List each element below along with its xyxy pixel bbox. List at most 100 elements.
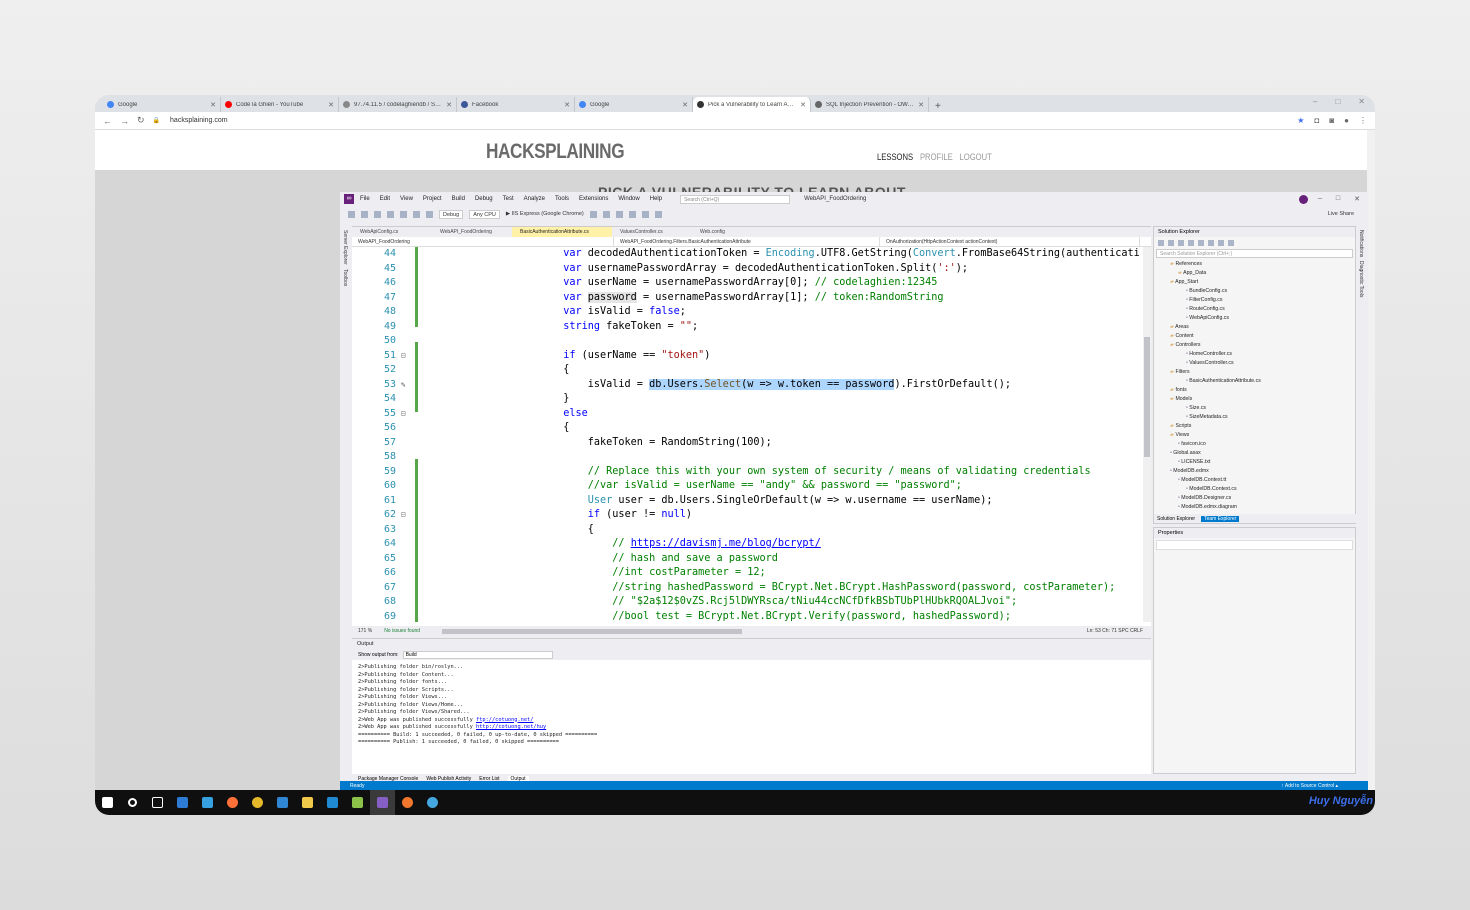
preview-icon[interactable] [1218, 240, 1224, 246]
new-tab-button[interactable]: + [929, 101, 947, 112]
edge-icon[interactable] [170, 790, 195, 815]
code-text[interactable]: string fakeToken = ""; [416, 321, 698, 332]
tree-folder[interactable]: References [1154, 260, 1355, 269]
properties-object-select[interactable] [1156, 540, 1353, 550]
code-text[interactable]: var password = usernamePasswordArray[1];… [416, 291, 944, 303]
tree-folder[interactable]: App_Start [1154, 278, 1355, 287]
document-tab[interactable]: WebApiConfig.cs [352, 227, 432, 237]
code-line[interactable]: 61 User user = db.Users.SingleOrDefault(… [352, 494, 1139, 509]
browser-tab[interactable]: Google ✕ [575, 97, 693, 112]
tree-file[interactable]: ModelDB.edmx.diagram [1154, 503, 1355, 512]
nav-logout[interactable]: LOGOUT [959, 152, 991, 162]
properties-icon[interactable] [1208, 240, 1214, 246]
toolbar-icon[interactable] [641, 210, 649, 218]
code-text[interactable]: var isValid = false; [416, 306, 686, 317]
vscode-icon[interactable] [320, 790, 345, 815]
page-scrollbar[interactable] [1367, 130, 1375, 790]
tree-file[interactable]: favicon.ico [1154, 440, 1355, 449]
vs-maximize-button[interactable]: □ [1336, 195, 1340, 203]
forward-nav-icon[interactable] [361, 210, 368, 218]
tree-folder[interactable]: Areas [1154, 323, 1355, 332]
code-line[interactable]: 57 fakeToken = RandomString(100); [352, 436, 1139, 451]
code-editor[interactable]: WebApiConfig.cs WebAPI_FoodOrdering BasicA… [352, 226, 1151, 636]
vs-minimize-button[interactable]: – [1318, 195, 1322, 203]
output-link[interactable]: ftp://cotuong.net/ [476, 717, 533, 723]
tab-solution-explorer[interactable]: Solution Explorer [1157, 516, 1195, 522]
code-line[interactable]: 45 var usernamePasswordArray = decodedAu… [352, 262, 1139, 277]
code-line[interactable]: 49 string fakeToken = ""; [352, 320, 1139, 335]
code-line[interactable]: 58 [352, 450, 1139, 465]
code-text[interactable]: //int costParameter = 12; [416, 567, 765, 578]
document-tab[interactable]: WebAPI_FoodOrdering [432, 227, 512, 237]
tree-folder[interactable]: fonts [1154, 386, 1355, 395]
tab-close-icon[interactable]: ✕ [682, 101, 688, 109]
browser-tab[interactable]: Google ✕ [103, 97, 221, 112]
code-line[interactable]: 53 ✎ isValid = db.Users.Select(w => w.to… [352, 378, 1139, 393]
tab-close-icon[interactable]: ✕ [564, 101, 570, 109]
notifications-tab[interactable]: Notifications [1358, 230, 1364, 257]
diagnostic-tools-tab[interactable]: Diagnostic Tools [1358, 261, 1364, 297]
code-line[interactable]: 55 ⊟ else [352, 407, 1139, 422]
chrome-icon[interactable] [245, 790, 270, 815]
url-input[interactable]: hacksplaining.com [170, 117, 228, 124]
browser-tab[interactable]: SQL Injection Prevention - OWAS... ✕ [811, 97, 929, 112]
menu-item-test[interactable]: Test [503, 196, 514, 202]
avatar[interactable] [1298, 194, 1308, 204]
minimize-button[interactable]: – [1313, 97, 1317, 106]
firefox-icon[interactable] [220, 790, 245, 815]
tree-file[interactable]: FilterConfig.cs [1154, 296, 1355, 305]
task-view-icon[interactable] [145, 790, 170, 815]
code-text[interactable]: // "$2a$12$0vZS.Rcj5lDWYRsca/tNiu44ccNCf… [416, 596, 1017, 607]
code-text[interactable]: if (userName == "token") [416, 350, 710, 361]
code-text[interactable]: isValid = db.Users.Select(w => w.token =… [416, 378, 1011, 390]
tab-close-icon[interactable]: ✕ [446, 101, 452, 109]
windows-start-icon[interactable] [95, 790, 120, 815]
menu-icon[interactable]: ⋮ [1359, 116, 1367, 125]
tree-file[interactable]: ModelDB.Designer.cs [1154, 494, 1355, 503]
menu-item-file[interactable]: File [360, 196, 370, 202]
code-text[interactable]: //bool test = BCrypt.Net.BCrypt.Verify(p… [416, 611, 1011, 622]
gutter[interactable]: ⊟ [396, 508, 416, 523]
code-text[interactable]: else [416, 408, 588, 419]
tree-folder[interactable]: App_Data [1154, 269, 1355, 278]
toolbar-icon[interactable] [602, 210, 610, 218]
menu-item-edit[interactable]: Edit [380, 196, 390, 202]
file-explorer-icon[interactable] [295, 790, 320, 815]
code-line[interactable]: 44 var decodedAuthenticationToken = Enco… [352, 247, 1139, 262]
code-text[interactable]: // Replace this with your own system of … [416, 466, 1091, 477]
code-text[interactable]: var decodedAuthenticationToken = Encodin… [416, 248, 1139, 259]
browser-tab[interactable]: 97.74.11.5 / codelaghiendb / Sc... ✕ [339, 97, 457, 112]
code-text[interactable]: //var isValid = userName == "andy" && pa… [416, 480, 962, 491]
toolbar-icon[interactable] [628, 210, 636, 218]
code-text[interactable] [416, 451, 563, 462]
app-icon[interactable] [420, 790, 445, 815]
code-line[interactable]: 46 var userName = usernamePasswordArray[… [352, 276, 1139, 291]
code-text[interactable]: } [416, 393, 569, 404]
powershell-icon[interactable] [270, 790, 295, 815]
tree-folder[interactable]: Filters [1154, 368, 1355, 377]
browser-tab[interactable]: Facebook ✕ [457, 97, 575, 112]
menu-item-tools[interactable]: Tools [555, 196, 569, 202]
extension-icon[interactable]: ◘ [1314, 116, 1319, 125]
code-line[interactable]: 48 var isValid = false; [352, 305, 1139, 320]
quick-action-icon[interactable]: ✎ [396, 378, 416, 393]
code-line[interactable]: 52 { [352, 363, 1139, 378]
document-tab[interactable]: ValuesController.cs [612, 227, 692, 237]
save-all-icon[interactable] [400, 210, 407, 218]
tree-file[interactable]: RouteConfig.cs [1154, 305, 1355, 314]
tree-file[interactable]: Global.asax [1154, 449, 1355, 458]
tree-file[interactable]: SizeMetadata.cs [1154, 413, 1355, 422]
code-line[interactable]: 63 { [352, 523, 1139, 538]
tree-file[interactable]: LICENSE.txt [1154, 458, 1355, 467]
tree-folder[interactable]: Controllers [1154, 341, 1355, 350]
toolbox-tab[interactable]: Toolbox [342, 269, 348, 286]
maximize-button[interactable]: □ [1335, 97, 1340, 106]
code-text[interactable]: //string hashedPassword = BCrypt.Net.BCr… [416, 582, 1115, 593]
code-line[interactable]: 65 // hash and save a password [352, 552, 1139, 567]
run-button[interactable]: ▶ IIS Express (Google Chrome) [506, 211, 584, 217]
code-line[interactable]: 50 [352, 334, 1139, 349]
code-text[interactable]: User user = db.Users.SingleOrDefault(w =… [416, 495, 993, 506]
vs-close-button[interactable]: ✕ [1354, 195, 1360, 203]
solution-search-input[interactable]: Search Solution Explorer (Ctrl+;) [1156, 249, 1353, 258]
output-text[interactable]: 2>Publishing folder bin/roslyn... 2>Publi… [352, 660, 1151, 751]
